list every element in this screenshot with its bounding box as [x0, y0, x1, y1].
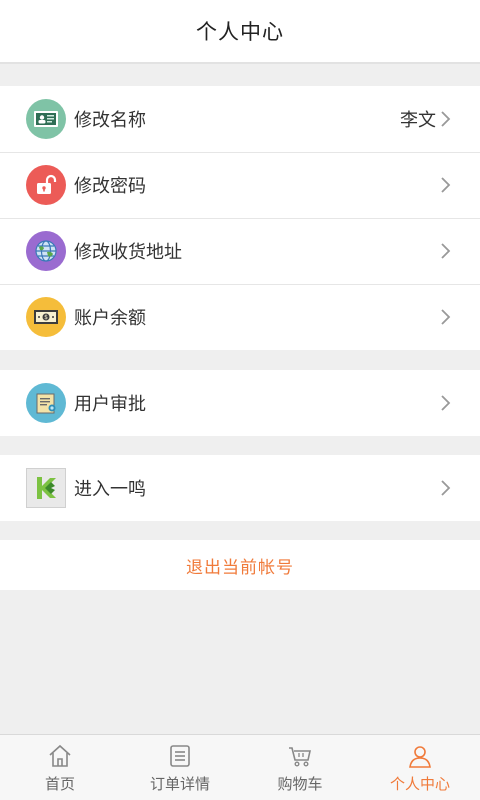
globe-icon [26, 231, 66, 271]
chevron-right-icon [441, 480, 451, 496]
certificate-icon [26, 383, 66, 423]
user-approval-row[interactable]: 用户审批 [0, 370, 480, 436]
tab-orders[interactable]: 订单详情 [120, 735, 240, 800]
user-approval-label: 用户审批 [74, 394, 146, 415]
tab-home-label: 首页 [44, 775, 75, 793]
money-icon: $ [26, 297, 66, 337]
enter-yiming-label: 进入一鸣 [74, 479, 146, 500]
tab-profile-label: 个人中心 [389, 775, 450, 793]
settings-group-yiming: 进入一鸣 [0, 455, 480, 521]
edit-name-label: 修改名称 [74, 110, 146, 131]
cart-icon [289, 747, 311, 767]
logout-label: 退出当前帐号 [186, 557, 294, 578]
tab-profile[interactable]: 个人中心 [360, 735, 480, 800]
svg-text:$: $ [44, 314, 48, 321]
yiming-logo-icon [26, 468, 66, 508]
page-title: 个人中心 [196, 20, 284, 44]
list-icon [170, 745, 190, 767]
account-balance-row[interactable]: $ 账户余额 [0, 284, 480, 350]
chevron-right-icon [441, 309, 451, 325]
bottom-tab-bar: 首页 订单详情 购物车 个人中心 [0, 734, 480, 800]
edit-name-row[interactable]: 修改名称 李文 [0, 86, 480, 152]
edit-address-label: 修改收货地址 [74, 242, 182, 263]
chevron-right-icon [441, 243, 451, 259]
settings-group-approval: 用户审批 [0, 370, 480, 436]
tab-cart[interactable]: 购物车 [240, 735, 360, 800]
logout-button[interactable]: 退出当前帐号 [0, 540, 480, 590]
enter-yiming-row[interactable]: 进入一鸣 [0, 455, 480, 521]
edit-password-label: 修改密码 [74, 176, 146, 197]
id-card-icon [26, 99, 66, 139]
tab-cart-label: 购物车 [277, 775, 323, 793]
home-icon [49, 744, 71, 767]
current-name-value: 李文 [400, 110, 436, 131]
tab-orders-label: 订单详情 [149, 775, 210, 793]
edit-password-row[interactable]: 修改密码 [0, 152, 480, 218]
user-icon [409, 746, 431, 768]
app-header: 个人中心 [0, 0, 480, 64]
chevron-right-icon [441, 395, 451, 411]
account-balance-label: 账户余额 [74, 308, 146, 329]
chevron-right-icon [441, 111, 451, 127]
unlock-icon [26, 165, 66, 205]
tab-home[interactable]: 首页 [0, 735, 120, 800]
edit-address-row[interactable]: 修改收货地址 [0, 218, 480, 284]
settings-group-account: 修改名称 李文 修改密码 修改收货地址 $ 账户余额 [0, 86, 480, 350]
chevron-right-icon [441, 177, 451, 193]
